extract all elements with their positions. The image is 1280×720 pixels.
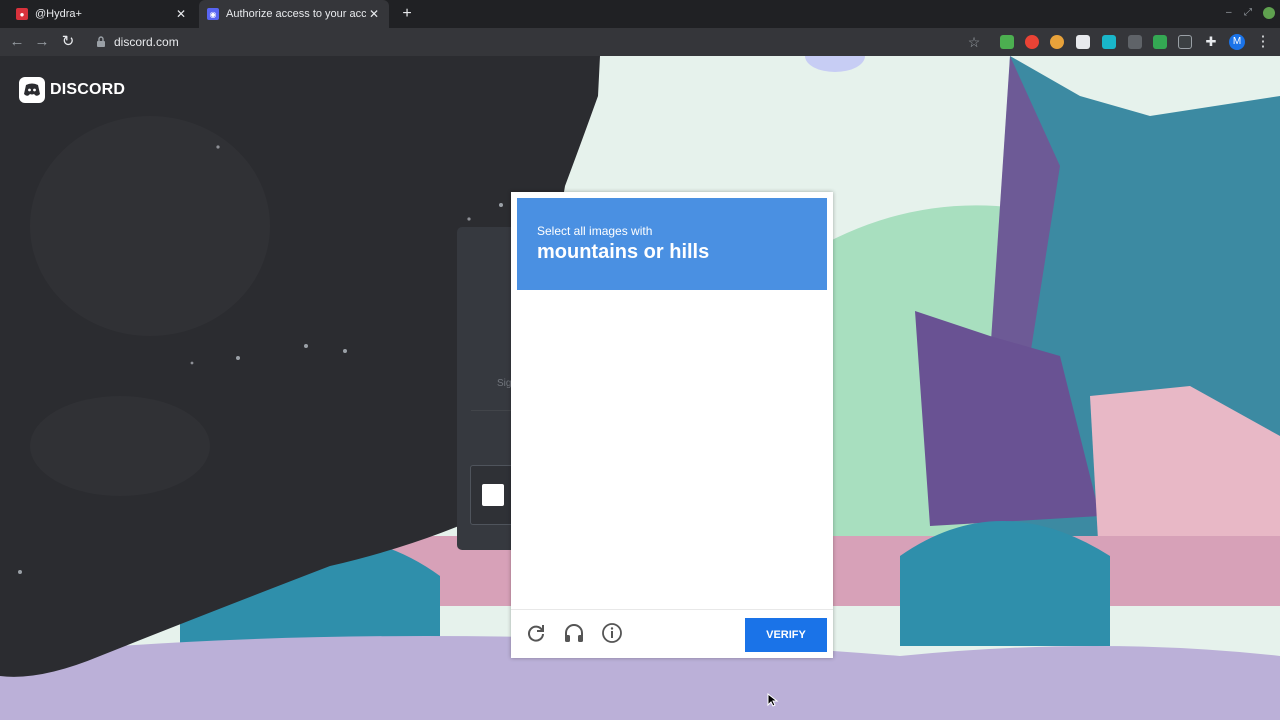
screen-extension-icon[interactable] (1076, 35, 1090, 49)
translate-extension-icon[interactable] (1102, 35, 1116, 49)
forward-icon[interactable]: → (33, 33, 51, 51)
lock-icon[interactable] (96, 36, 106, 47)
discord-favicon-icon: ◉ (207, 8, 219, 20)
info-icon[interactable] (601, 622, 623, 644)
discord-mark-icon (19, 77, 45, 103)
captcha-challenge: Select all images with mountains or hill… (511, 192, 833, 658)
close-tab-icon[interactable]: ✕ (367, 7, 381, 21)
tab-title: Authorize access to your account (226, 8, 366, 20)
minimize-icon[interactable]: – (1226, 7, 1232, 18)
tab-hydra[interactable]: ● @Hydra+ ✕ (8, 0, 196, 28)
signin-text-partial: Sig (497, 378, 512, 389)
profile-avatar[interactable]: M (1229, 34, 1245, 50)
close-tab-icon[interactable]: ✕ (174, 7, 188, 21)
reload-icon[interactable]: ↻ (59, 33, 77, 51)
captcha-checkbox[interactable] (482, 484, 504, 506)
tab-authorize[interactable]: ◉ Authorize access to your account ✕ (199, 0, 389, 28)
shield-extension-icon[interactable] (1000, 35, 1014, 49)
captcha-prompt-intro: Select all images with (537, 224, 653, 238)
new-tab-icon[interactable]: + (398, 5, 416, 23)
refresh-icon[interactable] (525, 622, 547, 644)
green-extension-icon[interactable] (1153, 35, 1167, 49)
verify-button[interactable]: VERIFY (745, 618, 827, 652)
mouse-pointer-icon (767, 693, 779, 707)
brand-wordmark: DISCORD (50, 81, 126, 98)
hydra-favicon-icon: ● (16, 8, 28, 20)
kebab-menu-icon[interactable]: ⋮ (1254, 33, 1272, 51)
captcha-footer: VERIFY (511, 609, 833, 658)
close-window-icon[interactable] (1263, 7, 1275, 19)
extensions-puzzle-icon[interactable]: ✚ (1202, 33, 1220, 51)
captcha-prompt-header: Select all images with mountains or hill… (517, 198, 827, 290)
menu-extension-icon[interactable] (1128, 35, 1142, 49)
browser-toolbar: ← → ↻ discord.com ☆ ✚ M ⋮ (0, 28, 1280, 56)
audio-headphones-icon[interactable] (563, 622, 585, 644)
tab-strip: ● @Hydra+ ✕ ◉ Authorize access to your a… (0, 0, 1280, 28)
address-bar[interactable]: discord.com (114, 35, 179, 49)
captcha-prompt-target: mountains or hills (537, 241, 710, 263)
restore-icon[interactable]: ⤢ (1244, 7, 1252, 18)
discord-logo[interactable]: DISCORD (19, 77, 125, 103)
cookie-extension-icon[interactable] (1050, 35, 1064, 49)
back-icon[interactable]: ← (8, 33, 26, 51)
bookmark-star-icon[interactable]: ☆ (965, 33, 983, 51)
google-extension-icon[interactable] (1025, 35, 1039, 49)
dark-extension-icon[interactable] (1178, 35, 1192, 49)
tab-title: @Hydra+ (35, 8, 82, 20)
